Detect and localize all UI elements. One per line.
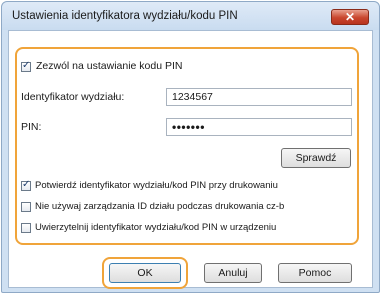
allow-pin-checkbox[interactable]	[21, 60, 31, 72]
department-id-label: Identyfikator wydziału:	[21, 91, 125, 103]
ok-button[interactable]: OK	[109, 263, 181, 283]
allow-pin-label: Zezwól na ustawianie kodu PIN	[36, 60, 183, 72]
help-button[interactable]: Pomoc	[278, 263, 352, 283]
cancel-button[interactable]: Anuluj	[204, 263, 262, 283]
close-button[interactable]: ✕	[331, 9, 369, 25]
dialog-content: Zezwól na ustawianie kodu PIN Identyfika…	[8, 30, 373, 289]
department-id-input[interactable]: 1234567	[166, 88, 352, 106]
pin-settings-dialog: Ustawienia identyfikatora wydziału/kodu …	[1, 1, 380, 293]
authenticate-on-device-checkbox[interactable]	[21, 223, 31, 233]
no-id-management-label: Nie używaj zarządzania ID działu podczas…	[35, 201, 285, 212]
no-id-management-checkbox[interactable]	[21, 202, 31, 212]
pin-input[interactable]: •••••••	[166, 118, 352, 136]
confirm-on-print-checkbox[interactable]	[21, 179, 31, 191]
verify-button[interactable]: Sprawdź	[281, 148, 351, 168]
highlighted-settings-group	[15, 47, 359, 245]
title-bar: Ustawienia identyfikatora wydziału/kodu …	[2, 2, 379, 30]
dialog-title: Ustawienia identyfikatora wydziału/kodu …	[12, 10, 238, 22]
confirm-on-print-label: Potwierdź identyfikator wydziału/kod PIN…	[35, 180, 278, 191]
pin-label: PIN:	[21, 121, 42, 133]
authenticate-on-device-label: Uwierzytelnij identyfikator wydziału/kod…	[35, 222, 277, 233]
